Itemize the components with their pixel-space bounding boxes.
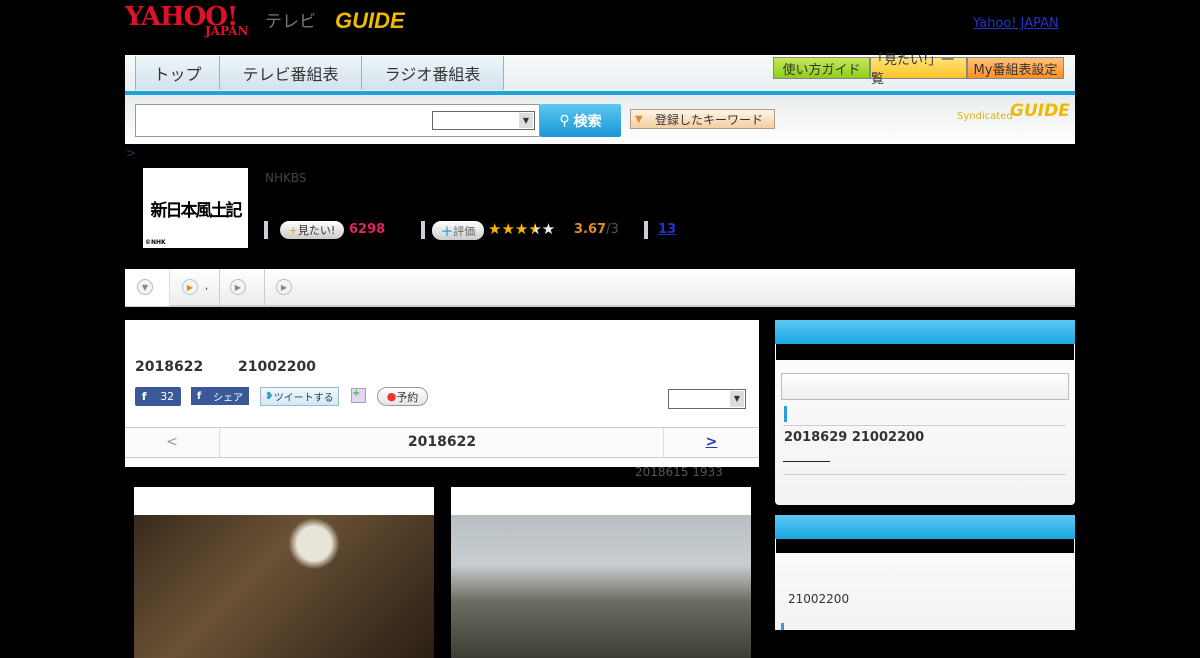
- copyright: ©NHK: [145, 239, 166, 246]
- play-icon: ▶: [276, 279, 292, 295]
- current-date: 2018622: [407, 434, 477, 450]
- prev-date-button[interactable]: <: [125, 428, 220, 457]
- saved-keywords-button[interactable]: 登録したキーワード: [630, 109, 775, 129]
- side-link[interactable]: [783, 461, 830, 462]
- tweet-label: ツイートする: [273, 393, 334, 404]
- want-button[interactable]: + 見たい!: [280, 221, 344, 239]
- chevron-down-icon: ▼: [635, 114, 643, 125]
- facebook-icon: f: [141, 390, 147, 403]
- episode-select[interactable]: ▼: [668, 389, 746, 409]
- next-broadcast: 2018629 21002200: [784, 430, 925, 445]
- play-icon: ▶: [182, 279, 198, 295]
- syndicated-label: Syndicated: [957, 111, 1013, 122]
- section-marker: [781, 623, 784, 630]
- divider: [644, 221, 648, 239]
- side-search-box[interactable]: [781, 373, 1069, 400]
- rating-value: 3.67/3: [574, 222, 619, 237]
- search-category-select[interactable]: ▼: [432, 111, 535, 130]
- search-button-label: 検索: [573, 113, 602, 130]
- facebook-share-label: シェア: [213, 392, 244, 404]
- search-bar: ▼ ⚲ 検索 登録したキーワード ▼ Syndicated GUIDE: [125, 95, 1075, 144]
- rating-suffix: /3: [606, 222, 619, 237]
- rate-label: 評価: [453, 224, 476, 238]
- twitter-icon: ❥: [265, 391, 274, 402]
- reviews-link[interactable]: 13: [658, 222, 676, 237]
- divider: [264, 221, 268, 239]
- want-list-button[interactable]: 「見たい!」一覧: [870, 53, 967, 87]
- sub-tab-2[interactable]: ▶: [220, 269, 265, 306]
- reserve-label: 予約: [396, 390, 419, 404]
- yahoo-japan-link[interactable]: Yahoo! JAPAN: [973, 16, 1059, 31]
- episode-panel: 2018622 21002200 f 32 f シェア ❥ ツイートする + ● 予約 …: [125, 320, 759, 467]
- next-date-button[interactable]: >: [663, 428, 759, 457]
- sub-tab-1[interactable]: ▶,: [170, 269, 220, 306]
- video-card-header: [134, 487, 434, 515]
- search-button[interactable]: ⚲ 検索: [540, 104, 621, 137]
- channel-name: NHKBS: [265, 171, 307, 185]
- program-logo-text: 新日本風土記: [150, 200, 243, 221]
- play-icon: ▶: [230, 279, 246, 295]
- side-panel-2: 21002200: [775, 515, 1075, 630]
- want-count: 6298: [349, 222, 386, 237]
- facebook-like-button[interactable]: f 32: [135, 387, 181, 406]
- rating-number: 3.67: [574, 222, 607, 237]
- side-panel-header: [775, 320, 1075, 344]
- episode-date: 2018622: [135, 359, 204, 375]
- nav-bar: トップ テレビ番組表 ラジオ番組表 使い方ガイド 「見たい!」一覧 My番組表設…: [125, 53, 1075, 95]
- tab-tv-listings[interactable]: テレビ番組表: [220, 56, 362, 90]
- video-thumbnail[interactable]: [451, 515, 751, 658]
- facebook-count: 32: [160, 390, 175, 403]
- tweet-button[interactable]: ❥ ツイートする: [260, 387, 339, 406]
- side-broadcast-time: 21002200: [788, 592, 850, 606]
- record-icon: ●: [386, 390, 397, 403]
- sub-tab-0[interactable]: ▼: [125, 269, 170, 306]
- video-thumbnail[interactable]: [134, 515, 434, 658]
- reserve-button[interactable]: ● 予約: [377, 387, 428, 406]
- episode-time: 21002200: [238, 359, 316, 375]
- search-icon: ⚲: [559, 112, 570, 129]
- tab-top[interactable]: トップ: [135, 56, 220, 90]
- gguide-logo-text: GUIDE: [335, 8, 405, 33]
- plus-icon: +: [288, 223, 298, 237]
- triangle-down-icon: ▼: [137, 279, 153, 295]
- syndicated-gguide-logo: GUIDE: [1010, 101, 1070, 121]
- chevron-down-icon: ▼: [730, 391, 744, 407]
- my-listing-settings-button[interactable]: My番組表設定: [967, 57, 1064, 79]
- facebook-share-button[interactable]: f シェア: [191, 387, 249, 405]
- breadcrumb[interactable]: >: [126, 146, 136, 160]
- gguide-logo[interactable]: GUIDE: [335, 8, 405, 34]
- section-marker: [784, 406, 787, 422]
- video-card-header: [451, 487, 751, 515]
- divider: [783, 425, 1066, 426]
- facebook-icon: f: [196, 390, 202, 402]
- tv-label: テレビ: [265, 12, 316, 32]
- rating-stars: ★★★★★: [488, 220, 556, 238]
- sub-tab-label: ,: [205, 281, 209, 292]
- yahoo-japan-text: JAPAN: [205, 24, 249, 38]
- rate-button[interactable]: + 評価: [432, 221, 484, 240]
- date-nav: < 2018622 >: [125, 427, 759, 458]
- add-calendar-icon[interactable]: +: [351, 388, 366, 403]
- want-label: 見たい!: [297, 224, 336, 237]
- divider: [421, 221, 425, 239]
- sub-tab-3[interactable]: ▶: [265, 269, 310, 306]
- tab-radio-listings[interactable]: ラジオ番組表: [362, 56, 504, 90]
- guide-button[interactable]: 使い方ガイド: [773, 57, 870, 79]
- chevron-down-icon: ▼: [519, 113, 533, 128]
- side-panel-1: 2018629 21002200: [775, 320, 1075, 505]
- program-thumbnail: 新日本風土記 ©NHK: [143, 168, 248, 248]
- updated-timestamp: 2018615 1933: [635, 465, 723, 479]
- side-panel-header: [775, 515, 1075, 539]
- divider: [783, 474, 1066, 475]
- plus-icon: +: [440, 221, 454, 240]
- sub-tabs: ▼ ▶, ▶ ▶: [125, 269, 1075, 307]
